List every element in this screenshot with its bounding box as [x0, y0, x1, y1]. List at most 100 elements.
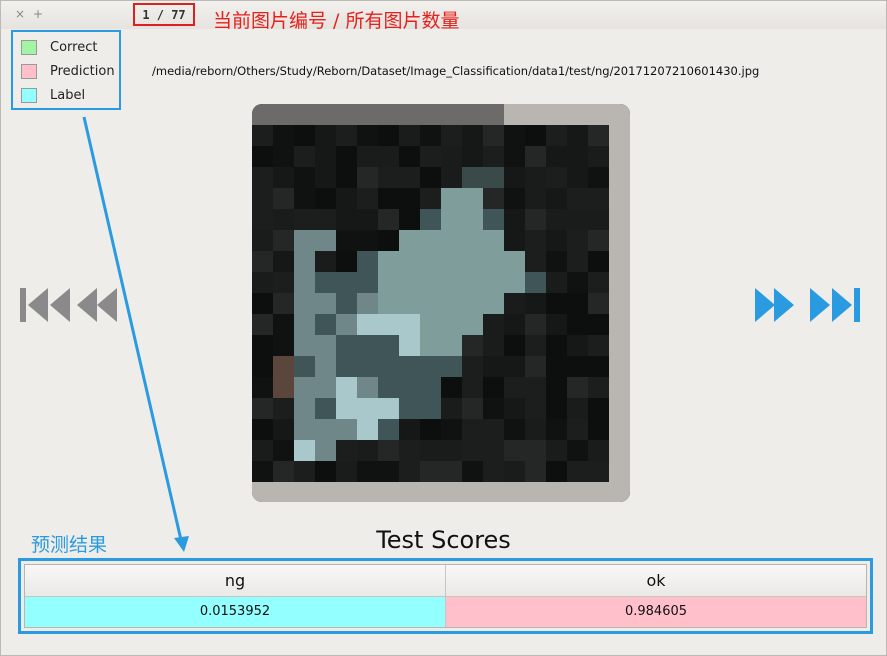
image-pixel: [294, 356, 315, 377]
image-pixel: [252, 356, 273, 377]
image-pixel: [462, 419, 483, 440]
image-pixel: [546, 167, 567, 188]
image-pixel: [399, 104, 420, 125]
image-pixel: [546, 209, 567, 230]
image-pixel: [294, 335, 315, 356]
image-pixel: [273, 251, 294, 272]
image-pixel: [273, 419, 294, 440]
image-pixel: [399, 209, 420, 230]
image-pixel: [462, 356, 483, 377]
fast-forward-icon[interactable]: [754, 285, 796, 325]
score-cell-ng[interactable]: 0.0153952: [25, 597, 446, 627]
image-pixel: [378, 461, 399, 482]
close-icon[interactable]: ×: [14, 8, 26, 20]
image-pixel: [462, 230, 483, 251]
maximize-icon[interactable]: +: [32, 8, 44, 20]
image-pixel: [420, 377, 441, 398]
image-pixel: [525, 251, 546, 272]
file-path: /media/reborn/Others/Study/Reborn/Datase…: [152, 64, 760, 78]
image-pixel: [357, 293, 378, 314]
image-pixel: [504, 293, 525, 314]
image-pixel: [378, 230, 399, 251]
score-cell-ok[interactable]: 0.984605: [446, 597, 866, 627]
image-pixel: [252, 230, 273, 251]
image-pixel: [336, 419, 357, 440]
skip-to-last-icon[interactable]: [808, 285, 864, 325]
image-pixel: [273, 272, 294, 293]
image-pixel: [441, 167, 462, 188]
image-pixel: [483, 125, 504, 146]
image-pixel: [483, 356, 504, 377]
image-pixel: [462, 440, 483, 461]
image-pixel: [378, 125, 399, 146]
image-pixel: [609, 272, 630, 293]
image-pixel: [441, 314, 462, 335]
image-pixel: [483, 146, 504, 167]
image-counter: 1 / 77: [133, 3, 195, 26]
image-pixel: [504, 461, 525, 482]
image-pixel: [504, 419, 525, 440]
image-pixel: [315, 356, 336, 377]
skip-to-first-icon[interactable]: [18, 285, 72, 325]
image-pixel: [609, 146, 630, 167]
image-pixel: [294, 104, 315, 125]
image-pixel: [525, 419, 546, 440]
image-pixel: [294, 461, 315, 482]
image-pixel: [378, 335, 399, 356]
image-pixel: [399, 293, 420, 314]
image-pixel: [504, 209, 525, 230]
image-pixel: [336, 440, 357, 461]
column-header-ng[interactable]: ng: [25, 565, 446, 597]
column-header-ok[interactable]: ok: [446, 565, 866, 597]
image-pixel: [357, 440, 378, 461]
image-pixel: [357, 398, 378, 419]
image-pixel: [546, 293, 567, 314]
image-pixel: [441, 104, 462, 125]
rewind-icon[interactable]: [76, 285, 120, 325]
image-pixel: [609, 335, 630, 356]
image-pixel: [399, 377, 420, 398]
image-pixel: [420, 398, 441, 419]
image-pixel: [441, 188, 462, 209]
image-pixel: [357, 188, 378, 209]
image-pixel: [252, 146, 273, 167]
image-pixel: [504, 482, 525, 502]
image-pixel: [294, 314, 315, 335]
image-pixel: [483, 440, 504, 461]
image-pixel: [294, 230, 315, 251]
image-pixel: [252, 335, 273, 356]
image-pixel: [588, 377, 609, 398]
image-pixel: [378, 482, 399, 502]
image-pixel: [609, 440, 630, 461]
image-pixel: [315, 251, 336, 272]
image-pixel: [399, 440, 420, 461]
image-pixel: [609, 167, 630, 188]
image-pixel: [315, 440, 336, 461]
image-pixel: [483, 230, 504, 251]
image-pixel: [399, 251, 420, 272]
image-pixel: [441, 230, 462, 251]
image-pixel: [294, 272, 315, 293]
image-pixel: [315, 419, 336, 440]
image-pixel: [546, 398, 567, 419]
image-pixel: [504, 377, 525, 398]
image-pixel: [462, 146, 483, 167]
image-pixel: [609, 125, 630, 146]
image-pixel: [420, 272, 441, 293]
image-pixel: [546, 419, 567, 440]
image-pixel: [273, 377, 294, 398]
image-pixel: [609, 419, 630, 440]
image-pixel: [294, 188, 315, 209]
image-pixel: [399, 272, 420, 293]
scores-table: ng ok 0.0153952 0.984605: [24, 564, 867, 628]
image-pixel: [336, 398, 357, 419]
image-pixel: [252, 167, 273, 188]
image-pixel: [567, 482, 588, 502]
image-pixel: [420, 482, 441, 502]
image-pixel: [609, 356, 630, 377]
image-pixel: [294, 293, 315, 314]
image-pixel: [504, 146, 525, 167]
image-pixel: [441, 377, 462, 398]
image-pixel: [525, 377, 546, 398]
image-pixel: [336, 335, 357, 356]
